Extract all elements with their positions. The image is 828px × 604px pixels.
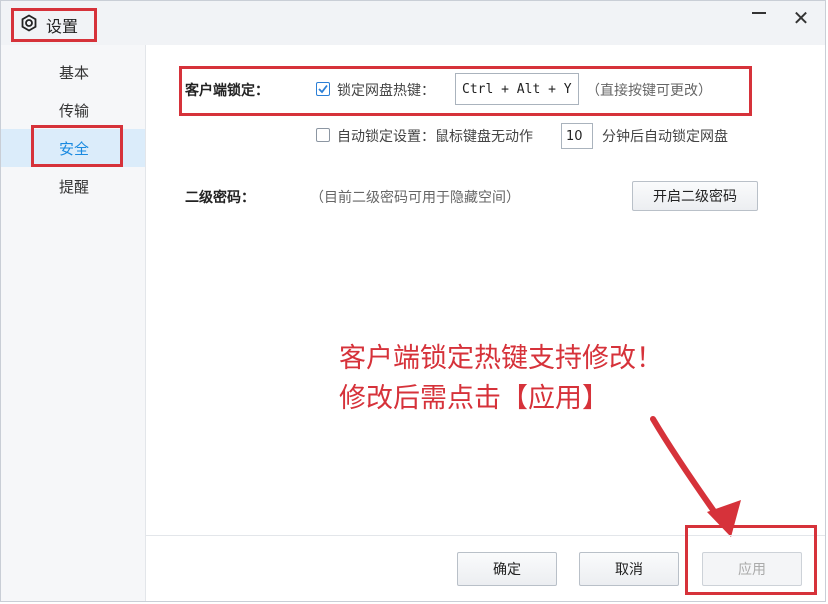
settings-sidebar: 基本 传输 安全 提醒 (1, 45, 146, 601)
lock-hotkey-label: 锁定网盘热键： (337, 83, 435, 99)
client-lock-label: 客户端锁定： (185, 83, 269, 99)
cancel-button[interactable]: 取消 (579, 552, 679, 586)
button-label: 取消 (615, 562, 643, 578)
checkmark-icon (318, 84, 328, 94)
enable-second-password-button[interactable]: 开启二级密码 (632, 181, 758, 211)
title-highlight-box: 设置 (11, 8, 97, 42)
annotation-line-1: 客户端锁定热键支持修改！ (339, 343, 663, 374)
sidebar-item-transfer[interactable]: 传输 (1, 91, 145, 129)
sidebar-item-label: 安全 (59, 139, 90, 158)
security-settings-panel: 客户端锁定： 锁定网盘热键： （直接按键可更改） 自动锁定设置：鼠标键盘无动作 … (146, 45, 825, 601)
title-bar: 设置 ✕ (1, 1, 825, 45)
sidebar-item-label: 基本 (59, 63, 90, 82)
button-label: 确定 (493, 562, 521, 578)
auto-lock-checkbox[interactable] (316, 128, 330, 142)
sidebar-item-security[interactable]: 安全 (1, 125, 145, 167)
apply-highlight-box (685, 525, 817, 595)
auto-lock-minutes-input[interactable] (561, 123, 593, 149)
sidebar-item-reminder[interactable]: 提醒 (1, 167, 145, 205)
minimize-icon (752, 12, 766, 14)
close-button[interactable]: ✕ (785, 5, 817, 31)
second-password-hint: （目前二级密码可用于隐藏空间） (310, 190, 520, 206)
red-annotation-text: 客户端锁定热键支持修改！ 修改后需点击【应用】 (339, 339, 663, 419)
ok-button[interactable]: 确定 (457, 552, 557, 586)
settings-window: 设置 ✕ 基本 传输 安全 提醒 客户端锁定： 锁定网盘热键： Ctrl + A… (0, 0, 826, 602)
sidebar-item-label: 提醒 (59, 177, 90, 196)
minimize-button[interactable] (743, 5, 775, 31)
auto-lock-suffix: 分钟后自动锁定网盘 (602, 129, 728, 145)
lock-hotkey-checkbox[interactable] (316, 82, 330, 96)
auto-lock-label: 自动锁定设置：鼠标键盘无动作 (337, 129, 533, 145)
button-label: 开启二级密码 (653, 189, 737, 205)
hotkey-input[interactable] (455, 73, 579, 105)
hotkey-hint: （直接按键可更改） (586, 83, 712, 99)
sidebar-item-basic[interactable]: 基本 (1, 53, 145, 91)
second-password-label: 二级密码： (185, 190, 255, 206)
window-title: 设置 (46, 17, 79, 36)
annotation-line-2: 修改后需点击【应用】 (339, 383, 609, 414)
close-icon: ✕ (792, 6, 810, 30)
sidebar-item-label: 传输 (59, 101, 90, 120)
gear-icon (20, 14, 38, 36)
